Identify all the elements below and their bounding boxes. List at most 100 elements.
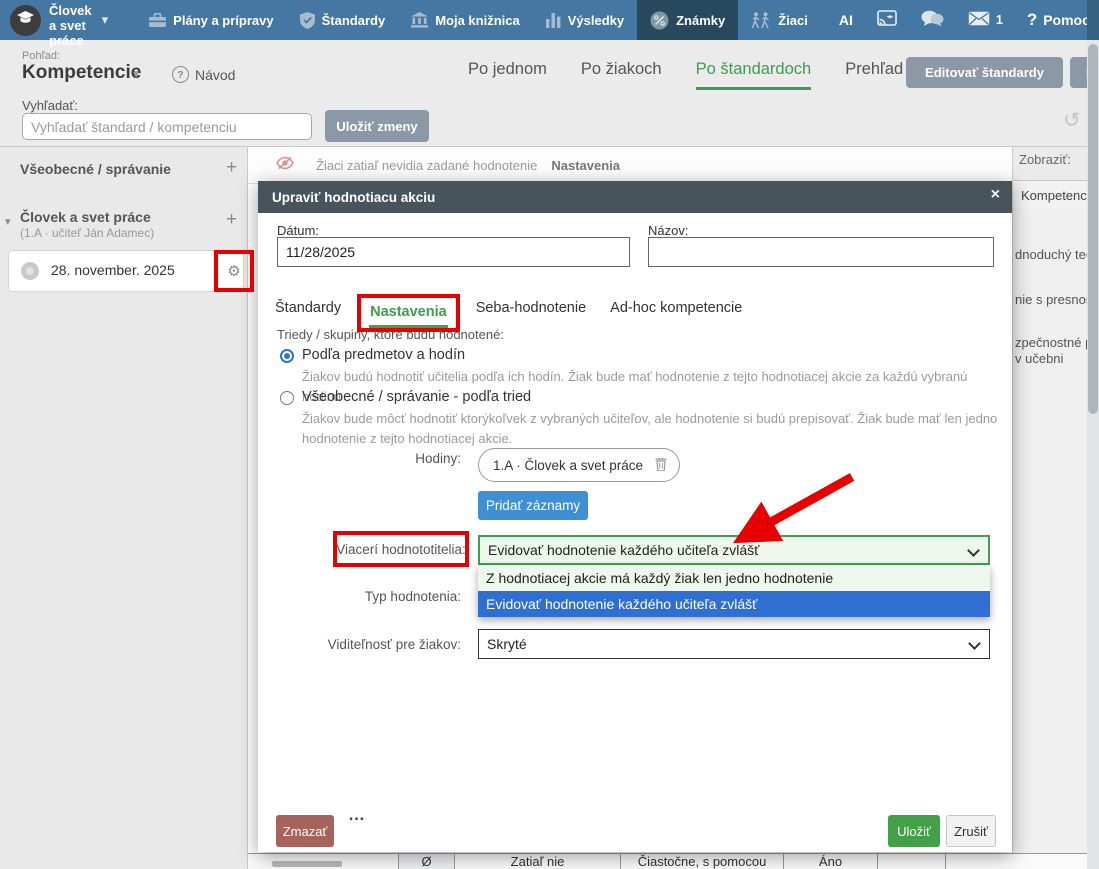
radio-general-classes[interactable] — [280, 391, 294, 405]
modal-header: Upraviť hodnotiacu akciu × — [258, 181, 1012, 213]
cast-button[interactable] — [865, 0, 909, 40]
nav-item-standardy[interactable]: Štandardy — [287, 0, 399, 40]
modal-tab-adhoc[interactable]: Ad-hoc kompetencie — [610, 294, 742, 322]
chat-icon — [921, 10, 944, 31]
tab-po-jednom[interactable]: Po jednom — [468, 60, 547, 90]
save-button[interactable]: Uložiť — [888, 815, 940, 847]
date-input[interactable] — [277, 237, 630, 267]
eye-slash-icon — [276, 156, 294, 175]
grades-icon — [650, 11, 669, 30]
modal-tab-seba[interactable]: Seba-hodnotenie — [476, 294, 586, 322]
nav-item-vysledky[interactable]: Výsledky — [533, 0, 637, 40]
main-nav: Plány a prípravy Štandardy Moja knižnica… — [136, 0, 821, 40]
dropdown-option-per-teacher[interactable]: Evidovať hodnotenie každého učiteľa zvlá… — [478, 591, 990, 617]
cancel-button[interactable]: Zrušiť — [946, 815, 996, 847]
right-column: Zobraziť: Kompetencie dnoduchý techn nie… — [1012, 147, 1088, 869]
mail-button[interactable]: 1 — [956, 0, 1015, 40]
sidebar: Všeobecné / správanie + ▾ Človek a svet … — [0, 147, 248, 869]
radio-by-subjects-label[interactable]: Podľa predmetov a hodín — [302, 347, 465, 363]
modal-title: Upraviť hodnotiacu akciu — [272, 190, 435, 205]
delete-button[interactable]: Zmazať — [276, 815, 334, 847]
view-selector[interactable]: Kompetencie — [22, 62, 141, 84]
nav-label: Výsledky — [568, 13, 624, 28]
chevron-down-icon — [967, 544, 980, 557]
ai-button[interactable]: AI — [827, 0, 865, 40]
date-label: Dátum: — [277, 223, 319, 238]
class-subject-selector[interactable]: 1.A Človek a svet práce ▾ — [49, 0, 108, 49]
app-logo[interactable] — [10, 5, 41, 36]
search-input[interactable] — [22, 113, 312, 140]
topbar: 1.A Človek a svet práce ▾ Plány a prípra… — [0, 0, 1099, 40]
ai-label: AI — [839, 12, 853, 28]
notice-text: Žiaci zatiaľ nevidia zadané hodnotenie — [316, 158, 537, 173]
scrollbar-thumb[interactable] — [1088, 44, 1098, 414]
undo-icon[interactable]: ↺ — [1063, 108, 1081, 133]
nav-label: Štandardy — [322, 13, 386, 28]
tab-po-standardoch[interactable]: Po štandardoch — [696, 60, 812, 90]
nav-label: Moja knižnica — [435, 13, 520, 28]
table-cell-empty — [946, 854, 1018, 869]
briefcase-icon — [149, 13, 166, 28]
guide-label: Návod — [195, 67, 235, 83]
trash-icon[interactable] — [655, 457, 667, 474]
visibility-select[interactable]: Skryté — [478, 629, 990, 659]
edit-standards-button[interactable]: Editovať štandardy — [906, 57, 1063, 88]
multi-evaluators-value: Evidovať hodnotenie každého učiteľa zvlá… — [488, 542, 759, 558]
mail-icon — [968, 11, 990, 29]
assessment-date-label: 28. november. 2025 — [51, 262, 175, 278]
hours-tag[interactable]: 1.A · Človek a svet práce — [478, 448, 680, 482]
dropdown-option-single[interactable]: Z hodnotiacej akcie má každý žiak len je… — [478, 565, 990, 591]
chevron-down-icon[interactable]: ▾ — [133, 67, 139, 81]
page-header: Pohľad: Kompetencie ▾ ? Návod Po jednom … — [0, 40, 1099, 147]
mail-badge: 1 — [996, 13, 1003, 27]
nav-item-plany[interactable]: Plány a prípravy — [136, 0, 286, 40]
subject-label: Človek a svet práce — [49, 4, 92, 49]
standard-fragment: v učebni — [1015, 351, 1063, 366]
add-item-button[interactable]: + — [226, 209, 237, 231]
tab-po-ziakoch[interactable]: Po žiakoch — [581, 60, 662, 90]
bar-chart-icon — [546, 13, 561, 28]
sidebar-section-clovek[interactable]: Človek a svet práce — [20, 209, 151, 225]
save-changes-button[interactable]: Uložiť zmeny — [325, 110, 429, 142]
cast-icon — [877, 10, 897, 30]
assessment-date-item[interactable]: 28. november. 2025 ⚙ — [8, 250, 244, 292]
nav-item-znamky[interactable]: Známky — [637, 0, 738, 40]
nav-item-ziaci[interactable]: Žiaci — [738, 0, 821, 40]
multi-evaluators-select[interactable]: Evidovať hodnotenie každého učiteľa zvlá… — [478, 535, 990, 565]
students-icon — [751, 12, 771, 29]
topbar-right: AI 1 ? Pomoc — [827, 0, 1099, 40]
close-icon[interactable]: × — [991, 186, 1000, 204]
visibility-label: Viditeľnosť pre žiakov: — [276, 637, 461, 652]
more-options-button[interactable]: … — [348, 805, 366, 825]
modal-tab-nastavenia[interactable]: Nastavenia — [369, 300, 448, 328]
chat-button[interactable] — [909, 0, 956, 40]
help-circle-icon: ? — [172, 66, 189, 83]
multi-evaluators-label: Viacerí hodnototitelia: — [336, 542, 466, 557]
radio-general-classes-label[interactable]: Všeobecné / správanie - podľa tried — [302, 389, 531, 405]
view-tabs: Po jednom Po žiakoch Po štandardoch Preh… — [468, 60, 903, 90]
table-cell-ciastocne: Čiastočne, s pomocou — [621, 854, 784, 869]
chevron-down-icon — [968, 637, 981, 650]
rating-scale-header-row: Ø Zatiaľ nie Čiastočne, s pomocou Áno — [248, 853, 1087, 869]
nav-label: Žiaci — [778, 13, 808, 28]
vertical-scrollbar[interactable] — [1087, 40, 1099, 869]
hours-tag-label: 1.A · Človek a svet práce — [493, 458, 643, 473]
tab-prehlad[interactable]: Prehľad — [845, 60, 903, 90]
add-records-button[interactable]: Pridať záznamy — [478, 491, 588, 520]
table-cell-clipped — [248, 854, 398, 869]
guide-link[interactable]: ? Návod — [172, 66, 235, 83]
page: 1.A Človek a svet práce ▾ Plány a prípra… — [0, 0, 1099, 869]
sidebar-section-vseobecne[interactable]: Všeobecné / správanie — [20, 161, 171, 177]
name-input[interactable] — [648, 237, 994, 267]
modal-tab-standardy[interactable]: Štandardy — [275, 294, 341, 322]
radio-by-subjects[interactable] — [280, 349, 294, 363]
right-tab-kompetencie[interactable]: Kompetencie — [1013, 180, 1096, 210]
name-label: Názov: — [648, 223, 688, 238]
view-label: Pohľad: — [22, 50, 60, 62]
graduation-cap-icon — [17, 11, 34, 30]
gear-icon[interactable]: ⚙ — [227, 262, 240, 280]
sidebar-section-sub: (1.A · učiteľ Ján Adamec) — [20, 226, 154, 240]
chevron-down-icon[interactable]: ▾ — [5, 215, 11, 228]
add-section-button[interactable]: + — [226, 157, 237, 179]
nav-item-kniznica[interactable]: Moja knižnica — [398, 0, 533, 40]
